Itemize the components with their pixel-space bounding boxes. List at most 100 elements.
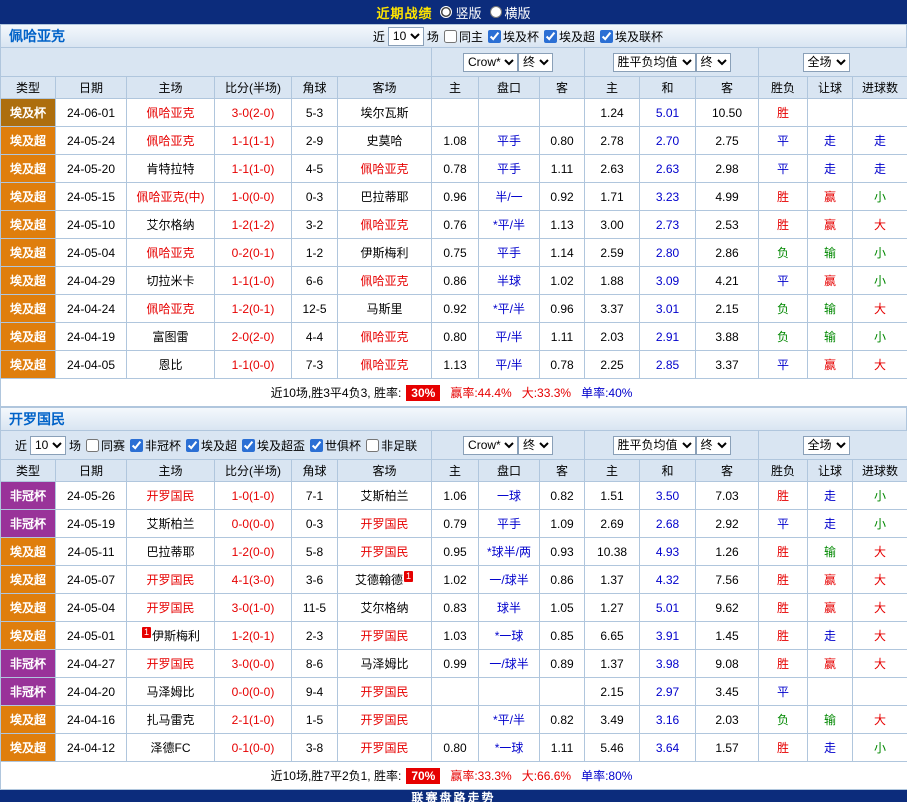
home-team[interactable]: 开罗国民 [146,573,194,587]
league-filter[interactable]: 埃及超 [544,28,595,45]
odds-company-select[interactable]: Crow* [463,436,518,455]
team-name[interactable]: 开罗国民 [9,409,65,429]
away-team[interactable]: 艾德翰德 [355,573,403,587]
league-filter-checkbox[interactable] [130,439,143,452]
away-team[interactable]: 埃尔瓦斯 [360,106,408,120]
match-score[interactable]: 0-0(0-0) [215,510,292,538]
league-filter[interactable]: 埃及超盃 [242,437,305,454]
away-team[interactable]: 伊斯梅利 [360,246,408,260]
home-team[interactable]: 恩比 [158,358,182,372]
match-score[interactable]: 0-1(0-0) [215,734,292,762]
home-team[interactable]: 佩哈亚克 [146,246,194,260]
league-filter[interactable]: 埃及杯 [488,28,539,45]
away-team[interactable]: 开罗国民 [361,517,409,531]
away-team[interactable]: 开罗国民 [361,685,409,699]
match-score[interactable]: 1-1(1-0) [215,267,292,295]
league-filter[interactable]: 同赛 [86,437,125,454]
match-score[interactable]: 3-0(0-0) [215,650,292,678]
league-filter-checkbox[interactable] [600,30,613,43]
match-score[interactable]: 1-1(0-0) [215,351,292,379]
away-team[interactable]: 佩哈亚克 [360,274,408,288]
home-team-cell: 马泽姆比 [127,678,215,706]
away-team[interactable]: 佩哈亚克 [360,330,408,344]
league-filter[interactable]: 非足联 [366,437,417,454]
team-name[interactable]: 佩哈亚克 [9,26,65,46]
match-scope-select[interactable]: 全场 [803,53,850,72]
away-team[interactable]: 佩哈亚克 [360,218,408,232]
away-team[interactable]: 巴拉蒂耶 [360,190,408,204]
league-filter-checkbox[interactable] [86,439,99,452]
away-team[interactable]: 艾尔格纳 [361,601,409,615]
match-score[interactable]: 1-0(1-0) [215,482,292,510]
vertical-radio[interactable] [440,6,452,18]
odds-stage-select[interactable]: 终 [518,436,553,455]
match-score[interactable]: 3-0(2-0) [215,99,292,127]
league-filter-checkbox[interactable] [366,439,379,452]
match-score[interactable]: 0-2(0-1) [215,239,292,267]
league-filter-checkbox[interactable] [186,439,199,452]
mode-horizontal[interactable]: 横版 [490,3,531,22]
league-filter[interactable]: 埃及超 [186,437,237,454]
away-team[interactable]: 开罗国民 [361,741,409,755]
odds-company-select[interactable]: Crow* [463,53,518,72]
avg-stage-select[interactable]: 终 [696,53,731,72]
away-team[interactable]: 开罗国民 [361,629,409,643]
home-team[interactable]: 佩哈亚克 [146,106,194,120]
mode-vertical[interactable]: 竖版 [440,3,481,22]
home-team[interactable]: 艾斯柏兰 [146,517,194,531]
match-score[interactable]: 1-2(0-1) [215,622,292,650]
home-team[interactable]: 切拉米卡 [146,274,194,288]
away-team[interactable]: 史莫哈 [366,134,402,148]
league-filter-checkbox[interactable] [544,30,557,43]
home-team[interactable]: 佩哈亚克(中) [137,190,205,204]
league-filter-checkbox[interactable] [242,439,255,452]
avg-type-select[interactable]: 胜平负均值 [613,436,696,455]
recent-count-select[interactable]: 10 [388,27,424,46]
home-team[interactable]: 佩哈亚克 [146,302,194,316]
home-team[interactable]: 巴拉蒂耶 [146,545,194,559]
away-team[interactable]: 马泽姆比 [361,657,409,671]
home-team[interactable]: 泽德FC [151,741,191,755]
avg-stage-select[interactable]: 终 [696,436,731,455]
home-team[interactable]: 富图雷 [152,330,188,344]
match-scope-select[interactable]: 全场 [803,436,850,455]
match-score[interactable]: 3-0(1-0) [215,594,292,622]
horizontal-radio[interactable] [490,6,502,18]
match-score[interactable]: 4-1(3-0) [215,566,292,594]
home-team[interactable]: 开罗国民 [146,601,194,615]
league-filter-checkbox[interactable] [488,30,501,43]
home-team[interactable]: 扎马雷克 [146,713,194,727]
league-filter[interactable]: 埃及联杯 [600,28,663,45]
away-team[interactable]: 马斯里 [366,302,402,316]
match-score[interactable]: 1-2(1-2) [215,211,292,239]
home-team[interactable]: 肯特拉特 [146,162,194,176]
away-team[interactable]: 开罗国民 [361,545,409,559]
away-team[interactable]: 佩哈亚克 [360,162,408,176]
match-score[interactable]: 0-0(0-0) [215,678,292,706]
league-filter[interactable]: 非冠杯 [130,437,181,454]
match-score[interactable]: 2-0(2-0) [215,323,292,351]
away-team[interactable]: 开罗国民 [361,713,409,727]
odds-stage-select[interactable]: 终 [518,53,553,72]
league-filter[interactable]: 同主 [444,28,483,45]
league-filter-checkbox[interactable] [444,30,457,43]
league-filter-checkbox[interactable] [310,439,323,452]
home-team[interactable]: 佩哈亚克 [146,134,194,148]
avg-type-select[interactable]: 胜平负均值 [613,53,696,72]
match-score[interactable]: 1-0(0-0) [215,183,292,211]
match-score[interactable]: 1-2(0-0) [215,538,292,566]
match-score[interactable]: 1-1(1-1) [215,127,292,155]
home-team[interactable]: 马泽姆比 [146,685,194,699]
home-team[interactable]: 开罗国民 [146,657,194,671]
away-team[interactable]: 佩哈亚克 [360,358,408,372]
away-team[interactable]: 艾斯柏兰 [361,489,409,503]
match-score[interactable]: 1-1(1-0) [215,155,292,183]
home-team[interactable]: 开罗国民 [146,489,194,503]
home-team[interactable]: 艾尔格纳 [146,218,194,232]
home-team[interactable]: 伊斯梅利 [152,629,200,643]
league-filter[interactable]: 世俱杯 [310,437,361,454]
recent-count-select[interactable]: 10 [30,436,66,455]
match-date: 24-05-24 [56,127,127,155]
match-score[interactable]: 1-2(0-1) [215,295,292,323]
match-score[interactable]: 2-1(1-0) [215,706,292,734]
